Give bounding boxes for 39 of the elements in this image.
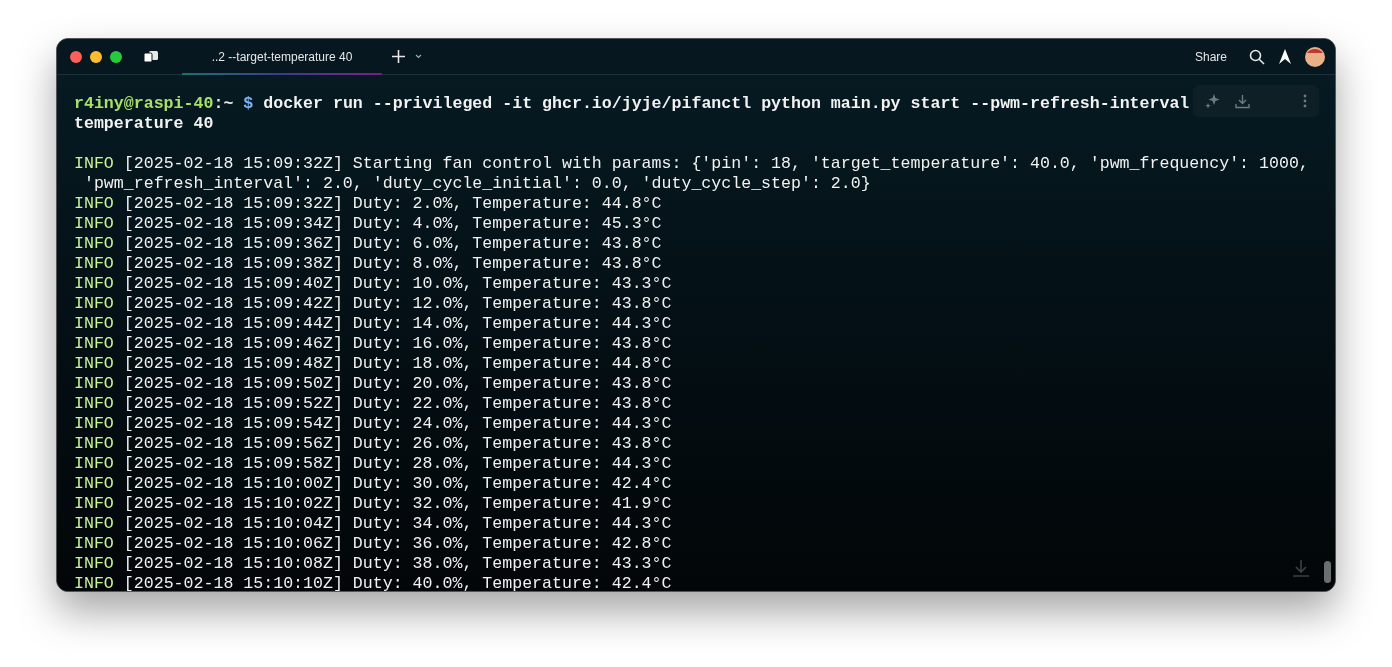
terminal-tab[interactable]: ..2 --target-temperature 40 (182, 39, 382, 75)
log-line: INFO [2025-02-18 15:09:56Z] Duty: 26.0%, Temperature: 43.8°C (74, 434, 672, 454)
minimize-button[interactable] (90, 50, 102, 63)
log-line: INFO [2025-02-18 15:09:34Z] Duty: 4.0%, Temperature: 45.3°C (74, 214, 662, 234)
log-line: INFO [2025-02-18 15:09:36Z] Duty: 6.0%, Temperature: 43.8°C (74, 234, 662, 254)
log-line: INFO [2025-02-18 15:09:32Z] Starting fan control with params: {'pin': 18, 'target_temperature': 40.0, 'pwm_frequency': 1000, (74, 154, 1309, 174)
log-line: INFO [2025-02-18 15:10:00Z] Duty: 30.0%, Temperature: 42.4°C (74, 474, 672, 494)
log-line: INFO [2025-02-18 15:09:44Z] Duty: 14.0%, Temperature: 44.3°C (74, 314, 672, 334)
cards-icon[interactable] (144, 51, 158, 62)
plus-icon[interactable] (392, 50, 405, 63)
log-line: INFO [2025-02-18 15:09:40Z] Duty: 10.0%, Temperature: 43.3°C (74, 274, 672, 294)
log-line: INFO [2025-02-18 15:10:08Z] Duty: 38.0%, Temperature: 43.3°C (74, 554, 672, 574)
more-icon[interactable] (1303, 94, 1307, 108)
log-line: INFO [2025-02-18 15:09:46Z] Duty: 16.0%, Temperature: 43.8°C (74, 334, 672, 354)
download-icon[interactable] (1235, 93, 1250, 109)
logo-icon[interactable] (1279, 49, 1291, 64)
log-line: INFO [2025-02-18 15:10:06Z] Duty: 36.0%, Temperature: 42.8°C (74, 534, 672, 554)
log-line: 'pwm_refresh_interval': 2.0, 'duty_cycle_initial': 0.0, 'duty_cycle_step': 2.0} (82, 174, 871, 194)
avatar-icon[interactable] (1305, 46, 1325, 67)
log-line: INFO [2025-02-18 15:09:58Z] Duty: 28.0%, Temperature: 44.3°C (74, 454, 672, 474)
maximize-button[interactable] (110, 50, 122, 63)
log-line: INFO [2025-02-18 15:09:52Z] Duty: 22.0%, Temperature: 43.8°C (74, 394, 672, 414)
command-line: temperature 40 (74, 114, 214, 134)
chevron-down-icon[interactable] (415, 54, 422, 59)
log-line: INFO [2025-02-18 15:09:32Z] Duty: 2.0%, Temperature: 44.8°C (74, 194, 662, 214)
sparkle-icon[interactable] (1205, 93, 1221, 109)
search-icon[interactable] (1249, 48, 1265, 65)
log-line: INFO [2025-02-18 15:09:50Z] Duty: 20.0%, Temperature: 43.8°C (74, 374, 672, 394)
log-line: INFO [2025-02-18 15:10:02Z] Duty: 32.0%, Temperature: 41.9°C (74, 494, 672, 514)
log-line: INFO [2025-02-18 15:09:54Z] Duty: 24.0%, Temperature: 44.3°C (74, 414, 672, 434)
scrollbar-thumb[interactable] (1324, 561, 1331, 583)
log-line: INFO [2025-02-18 15:09:38Z] Duty: 8.0%, Temperature: 43.8°C (74, 254, 662, 274)
close-button[interactable] (70, 50, 82, 63)
log-line: INFO [2025-02-18 15:09:48Z] Duty: 18.0%, Temperature: 44.8°C (74, 354, 672, 374)
log-line: INFO [2025-02-18 15:10:10Z] Duty: 40.0%, Temperature: 42.4°C (74, 574, 672, 591)
share-button[interactable]: Share (1194, 47, 1227, 66)
command-line: r4iny@raspi-40:~ $ docker run --privileged -it ghcr.io/jyje/pifanctl python main.py start --pwm-refresh-interval (74, 94, 1190, 114)
log-line: INFO [2025-02-18 15:09:42Z] Duty: 12.0%, Temperature: 43.8°C (74, 294, 672, 314)
log-line: INFO [2025-02-18 15:10:04Z] Duty: 34.0%, Temperature: 44.3°C (74, 514, 672, 534)
